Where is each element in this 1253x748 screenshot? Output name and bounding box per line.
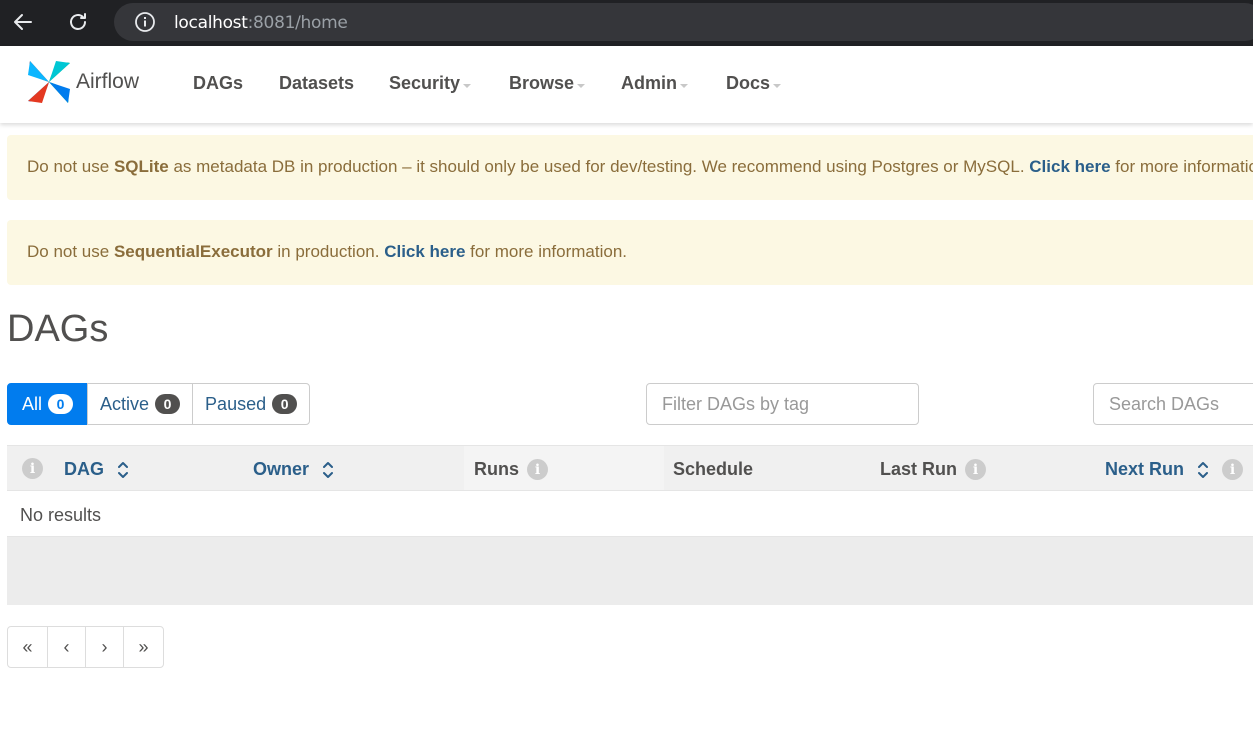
nav-admin[interactable]: Admin xyxy=(621,73,688,94)
nav-datasets[interactable]: Datasets xyxy=(279,73,354,94)
url-host: localhost xyxy=(174,13,248,33)
filter-active-count-badge: 0 xyxy=(155,394,181,414)
first-page-button[interactable]: « xyxy=(7,626,48,668)
nav-browse[interactable]: Browse xyxy=(509,73,586,94)
search-dags-input[interactable] xyxy=(1093,383,1253,425)
sort-icon[interactable] xyxy=(323,460,334,480)
nav-browse-label: Browse xyxy=(509,73,575,93)
column-dag-label: DAG xyxy=(64,459,104,479)
table-row xyxy=(7,491,1253,537)
filter-all-count-badge: 0 xyxy=(48,394,74,414)
column-owner-label: Owner xyxy=(253,459,310,479)
nav-security-label: Security xyxy=(389,73,461,93)
tag-filter-input[interactable] xyxy=(646,383,919,425)
executor-click-here-link[interactable]: Click here xyxy=(384,242,465,261)
caret-down-icon xyxy=(577,83,586,88)
last-run-info-icon[interactable]: i xyxy=(965,459,987,480)
alert-bold-text: SequentialExecutor xyxy=(113,242,273,261)
alert-text: Do not use xyxy=(27,157,114,176)
alert-text: as metadata DB in production – it should… xyxy=(168,157,1030,176)
main-navbar: Airflow DAGs Datasets Security Browse Ad… xyxy=(0,46,1253,123)
status-filter-group: All 0 Active 0 Paused 0 xyxy=(7,383,311,425)
column-last-run-header: Last Run i xyxy=(880,459,987,480)
address-bar[interactable]: localhost:8081/home xyxy=(114,3,1253,41)
column-next-run-label: Next Run xyxy=(1105,459,1185,479)
browser-toolbar: localhost:8081/home xyxy=(0,0,1253,46)
filter-active-button[interactable]: Active 0 xyxy=(87,383,194,425)
airflow-pinwheel-logo-icon xyxy=(28,61,70,103)
filter-paused-label: Paused xyxy=(205,393,267,414)
caret-down-icon xyxy=(773,83,782,88)
alert-text: for more information. xyxy=(1115,157,1253,176)
previous-page-button[interactable]: ‹ xyxy=(47,626,86,668)
nav-admin-label: Admin xyxy=(621,73,677,93)
nav-datasets-label: Datasets xyxy=(279,73,355,93)
filter-all-label: All xyxy=(22,393,43,414)
caret-down-icon xyxy=(680,83,688,88)
filter-active-label: Active xyxy=(100,393,150,414)
nav-docs-label: Docs xyxy=(726,73,771,93)
alert-text: in production. xyxy=(272,242,385,261)
next-page-button[interactable]: › xyxy=(85,626,124,668)
sqlite-click-here-link[interactable]: Click here xyxy=(1029,157,1110,176)
back-arrow-icon[interactable] xyxy=(7,6,39,38)
sqlite-warning-alert: Do not use SQLite as metadata DB in prod… xyxy=(7,135,1253,200)
alert-bold-text: SQLite xyxy=(113,157,169,176)
filter-paused-count-badge: 0 xyxy=(272,394,298,414)
runs-info-icon[interactable]: i xyxy=(527,459,548,480)
column-next-run-header[interactable]: Next Run i xyxy=(1105,459,1244,480)
column-runs-header: Runs i xyxy=(474,459,548,480)
reload-icon[interactable] xyxy=(62,6,94,38)
airflow-brand[interactable]: Airflow xyxy=(26,59,139,105)
pagination: « ‹ › » xyxy=(7,626,164,668)
header-info-icon[interactable]: i xyxy=(22,458,43,479)
alert-text: Do not use xyxy=(27,242,114,261)
filter-paused-button[interactable]: Paused 0 xyxy=(192,383,311,425)
page-title: DAGs xyxy=(7,308,109,350)
nav-dags-label: DAGs xyxy=(193,73,244,93)
column-last-run-label: Last Run xyxy=(880,459,958,479)
column-schedule-label: Schedule xyxy=(673,459,754,479)
column-dag-header[interactable]: DAG xyxy=(64,459,128,480)
filter-all-button[interactable]: All 0 xyxy=(7,383,89,425)
sort-icon[interactable] xyxy=(1198,460,1209,480)
table-footer xyxy=(7,537,1253,605)
nav-dags[interactable]: DAGs xyxy=(193,73,243,94)
nav-docs[interactable]: Docs xyxy=(726,73,782,94)
site-info-icon[interactable] xyxy=(134,11,156,33)
column-owner-header[interactable]: Owner xyxy=(253,459,334,480)
next-run-info-icon[interactable]: i xyxy=(1222,459,1244,480)
column-schedule-header: Schedule xyxy=(673,459,753,480)
column-runs-label: Runs xyxy=(474,459,519,479)
last-page-button[interactable]: » xyxy=(123,626,164,668)
brand-name: Airflow xyxy=(76,70,140,93)
dags-table-header: i DAG Owner Runs i Schedule Last Run i N… xyxy=(7,445,1253,491)
sort-icon[interactable] xyxy=(118,460,128,480)
executor-warning-alert: Do not use SequentialExecutor in product… xyxy=(7,220,1253,285)
caret-down-icon xyxy=(463,83,472,88)
alert-text: for more information. xyxy=(465,242,628,261)
url-path: :8081/home xyxy=(247,13,348,33)
no-results-text: No results xyxy=(20,505,102,525)
nav-security[interactable]: Security xyxy=(389,73,472,94)
info-icon: i xyxy=(22,458,43,479)
url-text[interactable]: localhost:8081/home xyxy=(174,13,348,33)
